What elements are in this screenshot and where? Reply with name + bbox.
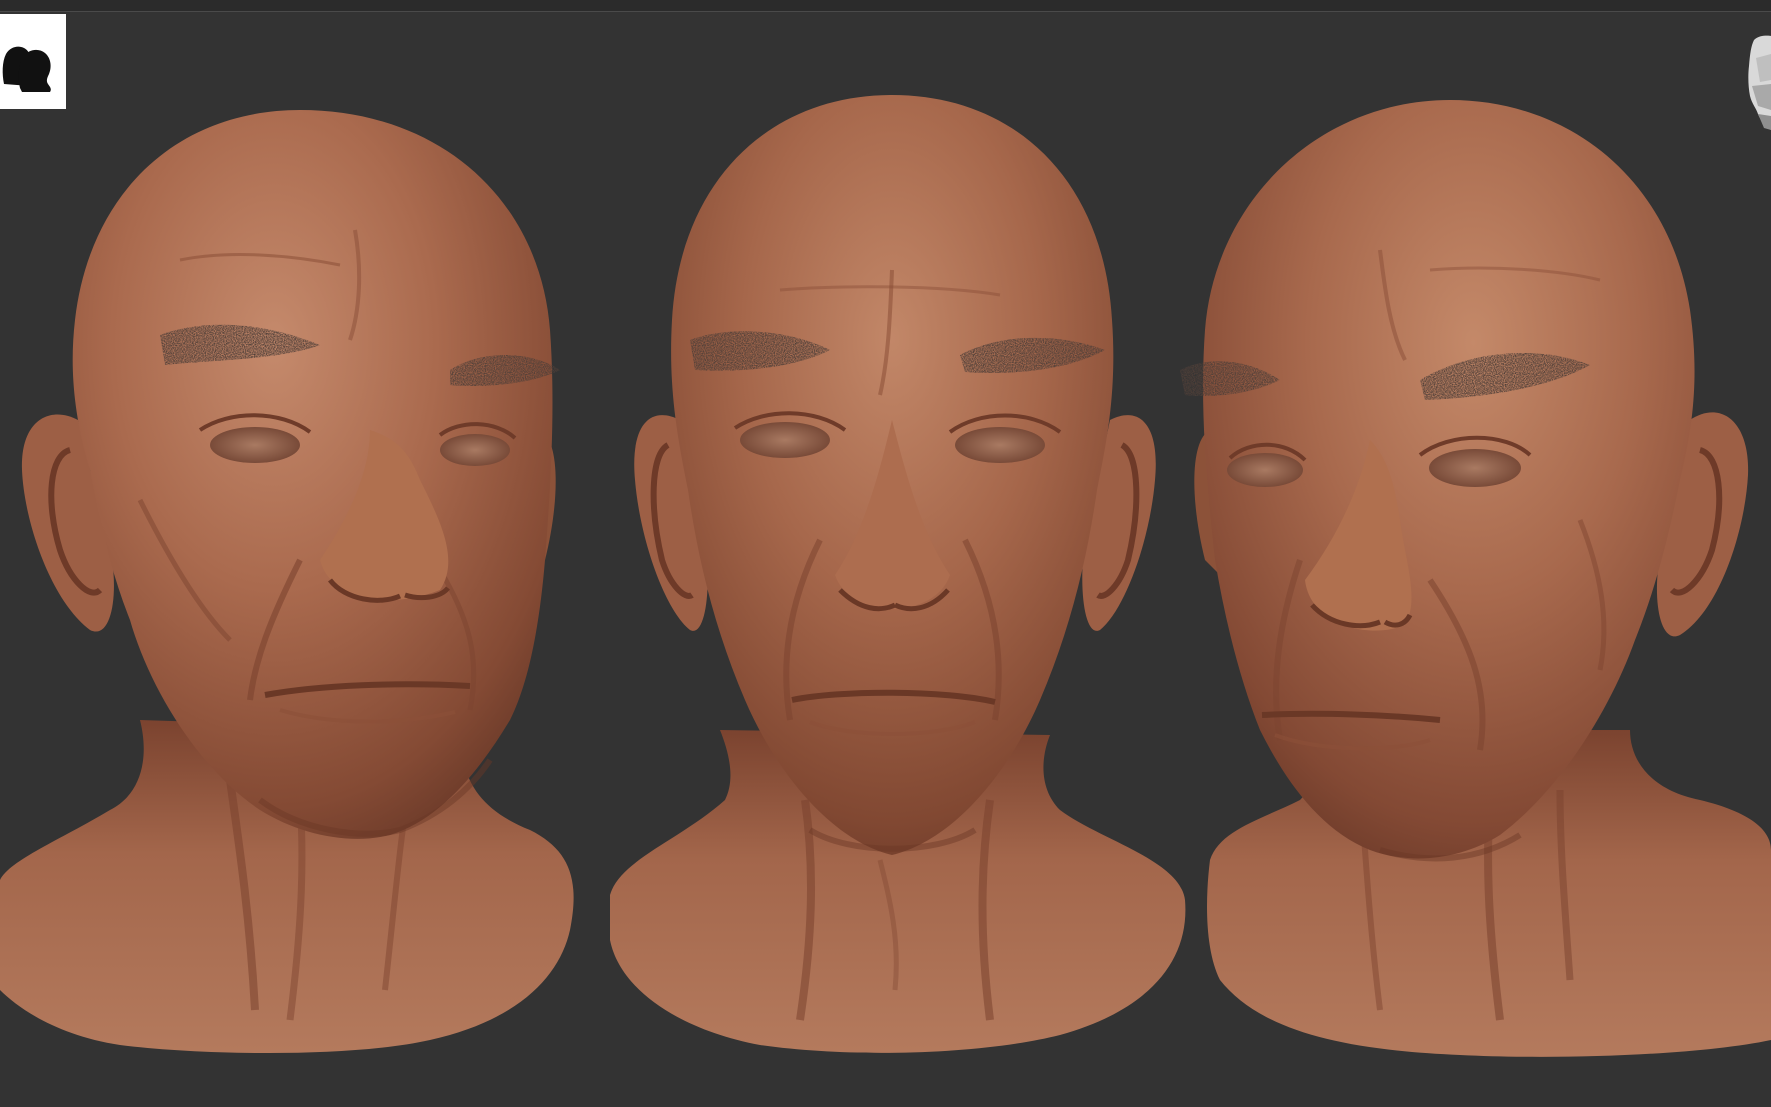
- sculpt-scene[interactable]: [0, 0, 1771, 1107]
- sculpt-viewport[interactable]: [0, 0, 1771, 1107]
- eye-left-2: [440, 434, 510, 466]
- eye-right-2: [1429, 449, 1521, 487]
- head-view-front[interactable]: [610, 95, 1186, 1053]
- head-view-right[interactable]: [1180, 100, 1771, 1057]
- eye-left-1: [210, 427, 300, 463]
- eye-front-left: [740, 422, 830, 458]
- eye-front-right: [955, 427, 1045, 463]
- eye-right-1: [1227, 453, 1303, 487]
- head-view-left[interactable]: [0, 110, 574, 1054]
